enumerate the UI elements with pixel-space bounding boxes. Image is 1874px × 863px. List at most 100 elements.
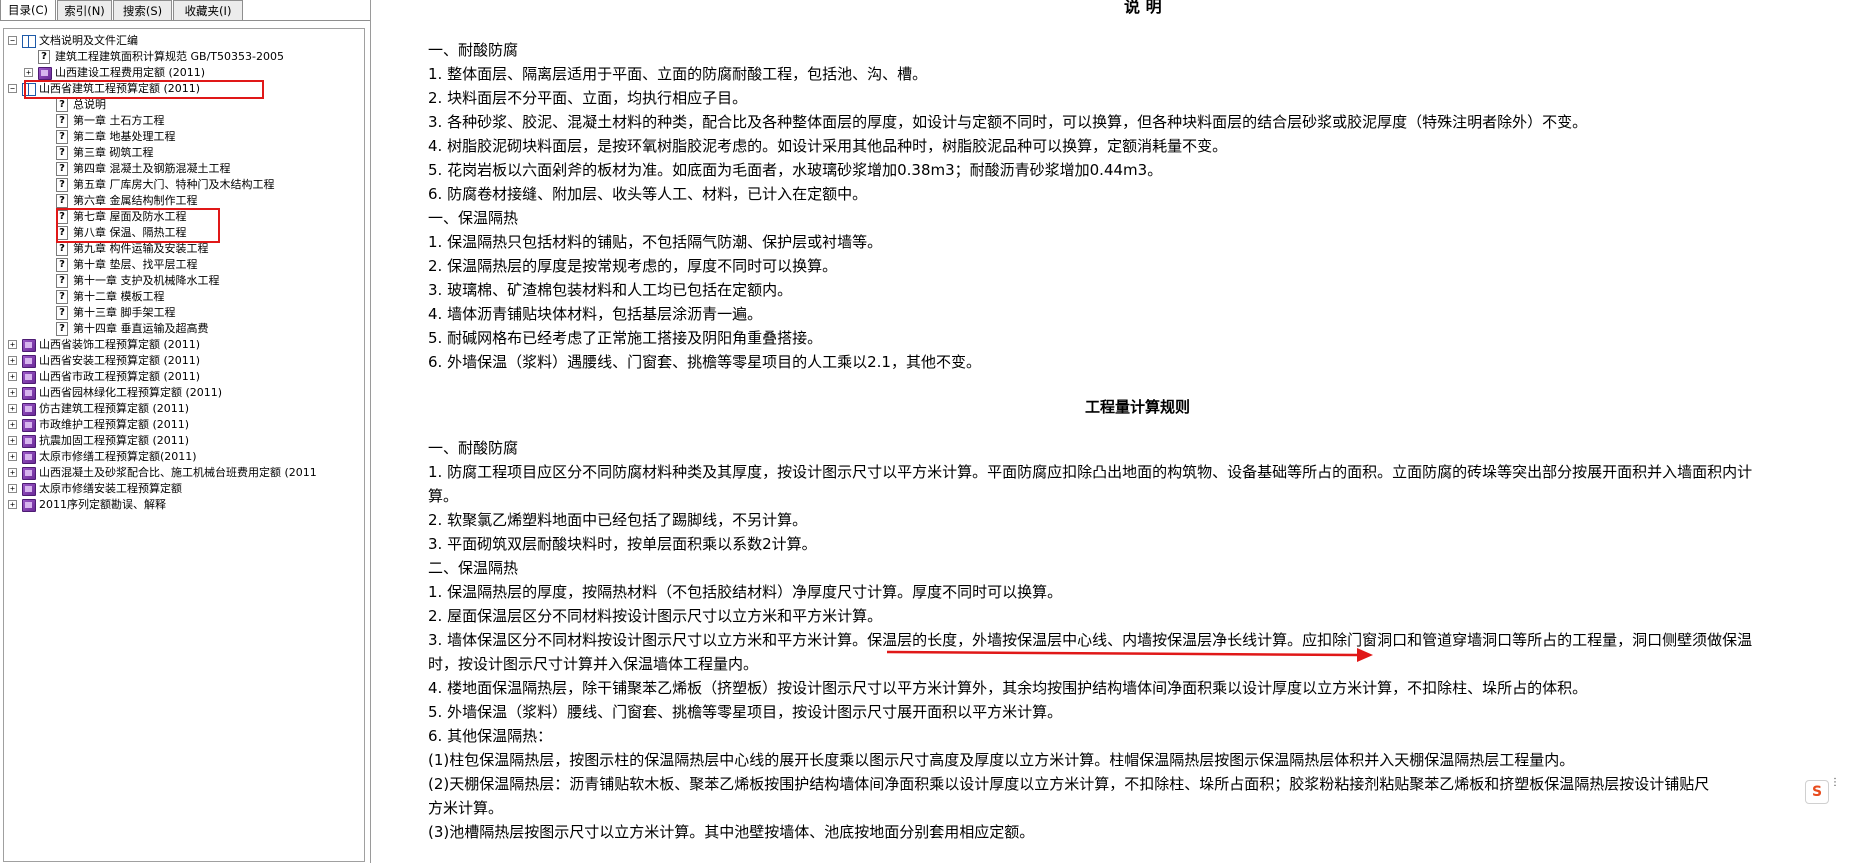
closed-book-icon [22,387,36,400]
contents-tree[interactable]: − 文档说明及文件汇编? 建筑工程建筑面积计算规范 GB/T50353-2005 + 山… [3,28,365,862]
help-page-icon: ? [56,290,68,304]
closed-book-icon [22,483,36,496]
doc-line: 5. 花岗岩板以六面剁斧的板材为准。如底面为毛面者，水玻璃砂浆增加0.38m3；… [428,161,1163,179]
doc-line: 1. 保温隔热层的厚度，按隔热材料（不包括胶结材料）净厚度尺寸计算。厚度不同时可… [428,583,1063,601]
tab-index[interactable]: 索引(N) [57,0,112,20]
open-book-icon [22,35,36,48]
help-page-icon: ? [56,114,68,128]
tree-item-label: 山西省装饰工程预算定额 (2011) [39,338,201,351]
doc-line: 一、保温隔热 [428,209,519,227]
expand-icon[interactable]: + [8,404,17,413]
help-page-icon: ? [38,50,50,64]
doc-line: 6. 其他保温隔热： [428,727,553,745]
ime-more-icon[interactable]: ⋮ [1830,778,1840,788]
tree-item-label: 第十四章 垂直运输及超高费 [73,322,209,335]
tree-item-label: 第十一章 支护及机械降水工程 [73,274,220,287]
red-arrow-line [886,650,1358,657]
expand-icon[interactable]: + [24,68,33,77]
help-page-icon: ? [56,274,68,288]
doc-line: 5. 外墙保温（浆料）腰线、门窗套、挑檐等零星项目，按设计图示尺寸展开面积以平方… [428,703,1063,721]
help-page-icon: ? [56,306,68,320]
closed-book-icon [22,419,36,432]
expand-icon[interactable]: + [8,388,17,397]
doc-line: 4. 墙体沥青铺贴块体材料，包括基层涂沥青一遍。 [428,305,763,323]
doc-line: 时，按设计图示尺寸计算并入保温墙体工程量内。 [428,655,759,673]
section-title-explanation: 说 明 [1124,0,1162,16]
doc-line: 2. 保温隔热层的厚度是按常规考虑的，厚度不同时可以换算。 [428,257,838,275]
tab-search[interactable]: 搜索(S) [113,0,172,20]
closed-book-icon [22,467,36,480]
help-page-icon: ? [56,194,68,208]
tree-item-label: 市政维护工程预算定额 (2011) [39,418,190,431]
help-page-icon: ? [56,258,68,272]
collapse-icon[interactable]: − [8,36,17,45]
closed-book-icon [22,451,36,464]
tree-item-label: 第九章 构件运输及安装工程 [73,242,209,255]
doc-line: 2. 屋面保温层区分不同材料按设计图示尺寸以立方米和平方米计算。 [428,607,883,625]
doc-line: 3. 墙体保温区分不同材料按设计图示尺寸以立方米和平方米计算。保温层的长度，外墙… [428,631,1753,649]
doc-line: (2)天棚保温隔热层：沥青铺贴软木板、聚苯乙烯板按围护结构墙体间净面积乘以设计厚… [428,775,1710,793]
tree-item-label: 第十三章 脚手架工程 [73,306,176,319]
tab-favorites[interactable]: 收藏夹(I) [173,0,243,20]
tree-item-label: 太原市修缮工程预算定额(2011) [39,450,197,463]
expand-icon[interactable]: + [8,452,17,461]
help-page-icon: ? [56,162,68,176]
doc-line: 4. 楼地面保温隔热层，除干铺聚苯乙烯板（挤塑板）按设计图示尺寸以平方米计算外，… [428,679,1588,697]
collapse-icon[interactable]: − [8,84,17,93]
doc-line: 3. 玻璃棉、矿渣棉包装材料和人工均已包括在定额内。 [428,281,793,299]
closed-book-icon [22,339,36,352]
closed-book-icon [22,403,36,416]
tree-item-label: 第一章 土石方工程 [73,114,165,127]
tree-item-label: 第四章 混凝土及钢筋混凝土工程 [73,162,231,175]
expand-icon[interactable]: + [8,436,17,445]
tree-item-label: 仿古建筑工程预算定额 (2011) [39,402,190,415]
tree-item-label: 第三章 砌筑工程 [73,146,154,159]
tab-contents[interactable]: 目录(C) [0,0,56,21]
tree-item-label: 文档说明及文件汇编 [39,34,138,47]
tree-item-label: 第十章 垫层、找平层工程 [73,258,198,271]
doc-line: 6. 防腐卷材接缝、附加层、收头等人工、材料，已计入在定额中。 [428,185,868,203]
closed-book-icon [22,355,36,368]
closed-book-icon [38,67,52,80]
expand-icon[interactable]: + [8,420,17,429]
doc-line: 1. 保温隔热只包括材料的铺贴，不包括隔气防潮、保护层或衬墙等。 [428,233,883,251]
tree-item-label: 建筑工程建筑面积计算规范 GB/T50353-2005 [55,50,284,63]
tree-item-label: 山西省市政工程预算定额 (2011) [39,370,201,383]
expand-icon[interactable]: + [8,500,17,509]
expand-icon[interactable]: + [8,372,17,381]
tree-item-label: 太原市修缮安装工程预算定额 [39,482,182,495]
tree-item-label: 2011序列定额勘误、解释 [39,498,166,511]
doc-line: 算。 [428,487,459,505]
doc-line: 1. 整体面层、隔离层适用于平面、立面的防腐耐酸工程，包括池、沟、槽。 [428,65,928,83]
closed-book-icon [22,499,36,512]
tree-item-label: 山西建设工程费用定额 (2011) [55,66,206,79]
expand-icon[interactable]: + [8,356,17,365]
doc-line: 二、保温隔热 [428,559,519,577]
doc-line: (3)池槽隔热层按图示尺寸以立方米计算。其中池壁按墙体、池底按地面分别套用相应定… [428,823,1035,841]
doc-line: 5. 耐碱网格布已经考虑了正常施工搭接及阴阳角重叠搭接。 [428,329,823,347]
document-view[interactable]: 说 明 一、耐酸防腐 1. 整体面层、隔离层适用于平面、立面的防腐耐酸工程，包括池… [382,0,1874,863]
expand-icon[interactable]: + [8,468,17,477]
doc-line: (1)柱包保温隔热层，按图示柱的保温隔热层中心线的展开长度乘以图示尺寸高度及厚度… [428,751,1575,769]
closed-book-icon [22,435,36,448]
nav-tabs: 目录(C) 索引(N) 搜索(S) 收藏夹(I) [0,0,370,22]
section-title-rules: 工程量计算规则 [1085,398,1191,416]
doc-line: 6. 外墙保温（浆料）遇腰线、门窗套、挑檐等零星项目的人工乘以2.1，其他不变。 [428,353,981,371]
highlight-box-chapter-8 [56,208,220,243]
help-page-icon: ? [56,322,68,336]
doc-line: 2. 块料面层不分平面、立面，均执行相应子目。 [428,89,748,107]
doc-line: 一、耐酸防腐 [428,439,519,457]
tree-item-label: 第六章 金属结构制作工程 [73,194,198,207]
expand-icon[interactable]: + [8,340,17,349]
tree-item-label: 山西省安装工程预算定额 (2011) [39,354,201,367]
help-page-icon: ? [56,130,68,144]
doc-line: 一、耐酸防腐 [428,41,519,59]
ime-s-icon[interactable]: S [1805,780,1829,804]
tree-item-label: 山西省园林绿化工程预算定额 (2011) [39,386,223,399]
help-page-icon: ? [56,146,68,160]
help-page-icon: ? [56,242,68,256]
tree-item-label: 第十二章 模板工程 [73,290,165,303]
tree-item-label: 总说明 [73,98,106,111]
tree-item-label: 抗震加固工程预算定额 (2011) [39,434,190,447]
expand-icon[interactable]: + [8,484,17,493]
